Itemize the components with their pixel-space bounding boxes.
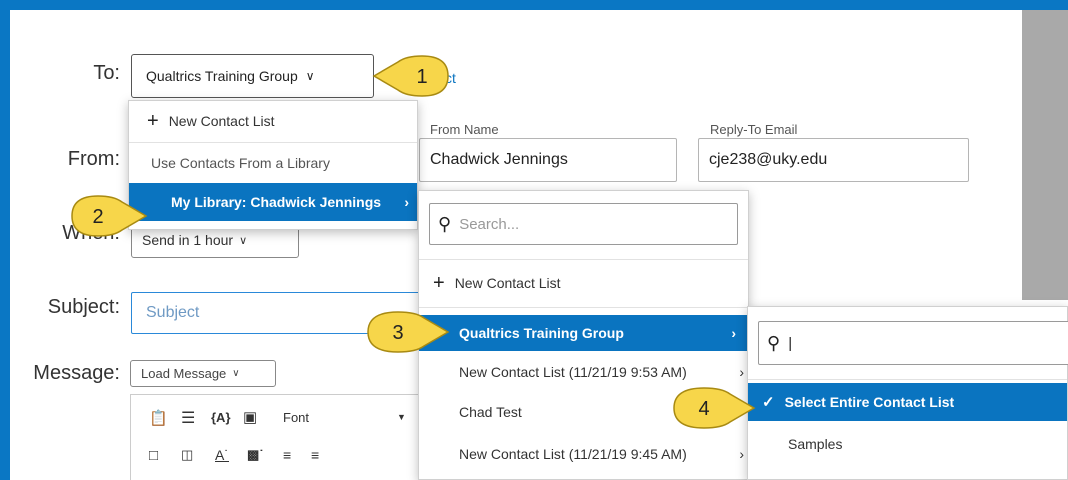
subject-label: Subject: <box>47 296 120 318</box>
search-icon: ⚲ <box>767 332 781 353</box>
chevron-right-icon: › <box>731 325 736 341</box>
contact-list-option[interactable]: New Contact List (11/21/19 9:45 AM) › <box>419 435 748 473</box>
callout-3-number: 3 <box>392 322 403 344</box>
chevron-right-icon: › <box>404 194 409 210</box>
background-overlay <box>1022 10 1068 300</box>
menu-divider <box>748 379 1067 380</box>
contact-list-label: Qualtrics Training Group <box>459 325 624 341</box>
contact-list-label: Chad Test <box>459 404 522 420</box>
load-message-dropdown[interactable]: Load Message ∨ <box>130 360 276 387</box>
contact-list-option[interactable]: Qualtrics Training Group › <box>419 315 748 351</box>
new-contact-list-option[interactable]: + New Contact List <box>419 261 748 305</box>
submenu-search-value: | <box>788 334 793 352</box>
contact-list-label: New Contact List (11/21/19 9:53 AM) <box>459 364 687 380</box>
to-label: To: <box>93 62 120 84</box>
text-color-icon[interactable]: A˙ <box>215 447 229 463</box>
plus-icon: + <box>433 271 445 294</box>
reply-to-field[interactable]: cje238@uky.edu <box>698 138 969 182</box>
select-entire-list-option[interactable]: ✓ Select Entire Contact List <box>748 383 1067 421</box>
menu-divider <box>419 259 748 260</box>
samples-option[interactable]: Samples <box>748 425 1067 463</box>
menu-divider <box>419 307 748 308</box>
piped-text-icon[interactable]: {A} <box>211 410 231 425</box>
my-library-label: My Library: Chadwick Jennings <box>171 194 382 210</box>
to-dropdown[interactable]: Qualtrics Training Group ∨ <box>131 54 374 98</box>
from-name-field[interactable]: Chadwick Jennings <box>419 138 677 182</box>
callout-1: 1 <box>372 55 449 97</box>
new-contact-list-label: New Contact List <box>168 113 275 129</box>
document-icon[interactable]: □ <box>149 447 158 464</box>
media-icon[interactable]: ◫ <box>181 447 193 463</box>
chevron-down-icon: ∨ <box>232 368 240 379</box>
reply-to-value: cje238@uky.edu <box>709 151 828 168</box>
library-section-label: Use Contacts From a Library <box>151 155 330 171</box>
library-contacts-menu: ⚲ Search... + New Contact List Qualtrics… <box>418 190 749 480</box>
library-search-placeholder: Search... <box>459 215 520 233</box>
callout-1-number: 1 <box>416 66 427 88</box>
message-label: Message: <box>33 362 120 384</box>
load-message-label: Load Message <box>141 366 227 381</box>
from-label: From: <box>67 148 120 170</box>
subject-placeholder: Subject <box>146 304 200 321</box>
new-contact-list-option[interactable]: + New Contact List <box>129 101 417 141</box>
background-color-icon[interactable]: ▩˙ <box>247 447 264 463</box>
search-icon: ⚲ <box>438 213 452 234</box>
chevron-down-icon: ∨ <box>239 234 248 247</box>
chevron-right-icon: › <box>739 446 744 462</box>
caret-down-icon: ▼ <box>397 412 406 422</box>
from-name-label: From Name <box>430 122 499 137</box>
message-editor[interactable]: 📋 ☰ {A} ▣ Font ▼ □ ◫ A˙ ▩˙ ≡ ≡ <box>130 394 450 480</box>
callout-3: 3 <box>367 311 450 353</box>
insert-image-icon[interactable]: ▣ <box>243 408 257 426</box>
when-dropdown-value: Send in 1 hour <box>142 232 234 248</box>
align-center-icon[interactable]: ≡ <box>311 447 319 463</box>
chevron-right-icon: › <box>739 364 744 380</box>
align-left-icon[interactable]: ≡ <box>283 447 291 463</box>
library-section-header: Use Contacts From a Library <box>129 143 417 183</box>
from-name-value: Chadwick Jennings <box>430 151 568 168</box>
contact-list-label: New Contact List (11/21/19 9:45 AM) <box>459 446 687 462</box>
reply-to-label: Reply-To Email <box>710 122 798 137</box>
bullet-list-icon[interactable]: ☰ <box>181 408 195 428</box>
callout-4-number: 4 <box>698 398 709 420</box>
plus-icon: + <box>147 109 159 132</box>
submenu-search-input[interactable]: ⚲ | <box>758 321 1068 365</box>
to-dropdown-value: Qualtrics Training Group <box>146 68 298 84</box>
clipboard-icon[interactable]: 📋 <box>149 409 168 427</box>
library-search-input[interactable]: ⚲ Search... <box>429 203 738 245</box>
contact-source-menu: + New Contact List Use Contacts From a L… <box>128 100 418 230</box>
contact-list-submenu: ⚲ | ✓ Select Entire Contact List Samples <box>747 306 1068 480</box>
chevron-down-icon: ∨ <box>305 69 315 83</box>
samples-label: Samples <box>788 436 843 452</box>
font-label: Font <box>283 410 310 425</box>
my-library-option[interactable]: My Library: Chadwick Jennings › <box>129 183 417 221</box>
distribution-form: To: From: When: Subject: Message: Qualtr… <box>10 10 1068 480</box>
callout-2: 2 <box>71 195 148 237</box>
callout-2-number: 2 <box>92 206 103 228</box>
new-contact-list-label: New Contact List <box>454 275 561 291</box>
callout-4: 4 <box>673 387 756 429</box>
select-entire-list-label: Select Entire Contact List <box>784 394 955 410</box>
checkmark-icon: ✓ <box>762 394 775 411</box>
font-dropdown[interactable]: Font <box>283 410 309 425</box>
